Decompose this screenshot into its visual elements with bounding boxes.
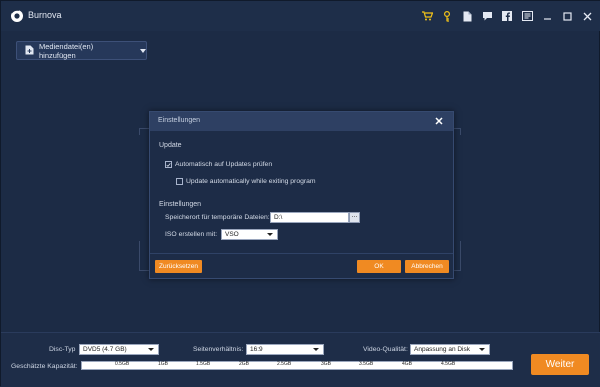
auto-update-checkbox[interactable] <box>165 161 172 168</box>
settings-section-title: Einstellungen <box>159 201 202 208</box>
capacity-tick: 2.5GB <box>277 361 292 367</box>
update-section-title: Update <box>159 142 182 149</box>
dialog-footer: Zurücksetzen OK Abbrechen <box>150 253 453 278</box>
video-quality-value: Anpassung an Disk <box>414 346 471 353</box>
bottom-bar <box>1 332 600 387</box>
capacity-label: Geschätzte Kapazität: <box>11 363 78 370</box>
iso-select-value: VSO <box>225 231 239 238</box>
aspect-ratio-label: Seitenverhältnis: <box>193 346 244 353</box>
minimize-icon[interactable] <box>541 10 553 22</box>
settings-dialog: Einstellungen Update Automatisch auf Upd… <box>149 111 454 279</box>
add-file-icon <box>25 45 34 57</box>
capacity-tick: 3GB <box>321 361 332 367</box>
update-on-exit-checkbox[interactable] <box>176 178 183 185</box>
cancel-button[interactable]: Abbrechen <box>405 260 449 273</box>
key-icon[interactable] <box>441 10 453 22</box>
close-icon[interactable] <box>581 10 593 22</box>
facebook-icon[interactable] <box>501 10 513 22</box>
title-bar-icons <box>421 9 593 23</box>
disc-type-value: DVD5 (4.7 GB) <box>83 346 127 353</box>
ok-button[interactable]: OK <box>357 260 401 273</box>
capacity-tick: 2GB <box>239 361 250 367</box>
dialog-close-icon[interactable] <box>434 116 444 126</box>
iso-label: ISO erstellen mit: <box>165 231 218 238</box>
capacity-tick: 0.5GB <box>115 361 130 367</box>
next-button[interactable]: Weiter <box>531 354 589 375</box>
disc-type-label: Disc-Typ <box>49 346 76 353</box>
auto-update-label: Automatisch auf Updates prüfen <box>175 161 273 168</box>
capacity-tick: 3.5GB <box>359 361 374 367</box>
reset-button[interactable]: Zurücksetzen <box>155 260 202 273</box>
video-quality-label: Video-Qualität: <box>363 346 408 353</box>
dialog-title: Einstellungen <box>158 117 201 124</box>
app-window: Burnova Mediendatei(en) hinzufügen Einst… <box>0 0 600 387</box>
chevron-down-icon <box>148 348 154 351</box>
add-media-button[interactable]: Mediendatei(en) hinzufügen <box>16 41 147 60</box>
menu-icon[interactable] <box>521 10 533 22</box>
browse-button[interactable]: ... <box>349 212 360 223</box>
aspect-ratio-select[interactable]: 16:9 <box>246 344 324 355</box>
feedback-icon[interactable] <box>481 10 493 22</box>
maximize-icon[interactable] <box>561 10 573 22</box>
auto-update-option[interactable]: Automatisch auf Updates prüfen <box>165 161 272 168</box>
update-on-exit-label: Update automatically while exiting progr… <box>186 178 316 185</box>
capacity-tick: 4GB <box>402 361 413 367</box>
cart-icon[interactable] <box>421 10 433 22</box>
iso-select[interactable]: VSO <box>221 229 278 240</box>
capacity-tick: 4.5GB <box>441 361 456 367</box>
chevron-down-icon <box>313 348 319 351</box>
app-title: Burnova <box>28 10 62 20</box>
temp-path-label: Speicherort für temporäre Dateien: <box>165 214 270 221</box>
add-media-label: Mediendatei(en) hinzufügen <box>39 41 94 60</box>
update-on-exit-option[interactable]: Update automatically while exiting progr… <box>176 178 316 185</box>
video-quality-select[interactable]: Anpassung an Disk <box>410 344 490 355</box>
disc-type-select[interactable]: DVD5 (4.7 GB) <box>79 344 159 355</box>
burnova-logo-icon <box>10 9 24 23</box>
title-bar: Burnova <box>1 1 600 31</box>
capacity-tick: 1.5GB <box>196 361 211 367</box>
temp-path-input[interactable]: D:\ <box>270 212 349 223</box>
document-icon[interactable] <box>461 10 473 22</box>
chevron-down-icon <box>479 348 485 351</box>
capacity-tick: 1GB <box>158 361 169 367</box>
aspect-ratio-value: 16:9 <box>250 346 263 353</box>
chevron-down-icon <box>267 233 273 236</box>
dialog-header: Einstellungen <box>150 112 453 131</box>
chevron-down-icon <box>140 48 146 53</box>
